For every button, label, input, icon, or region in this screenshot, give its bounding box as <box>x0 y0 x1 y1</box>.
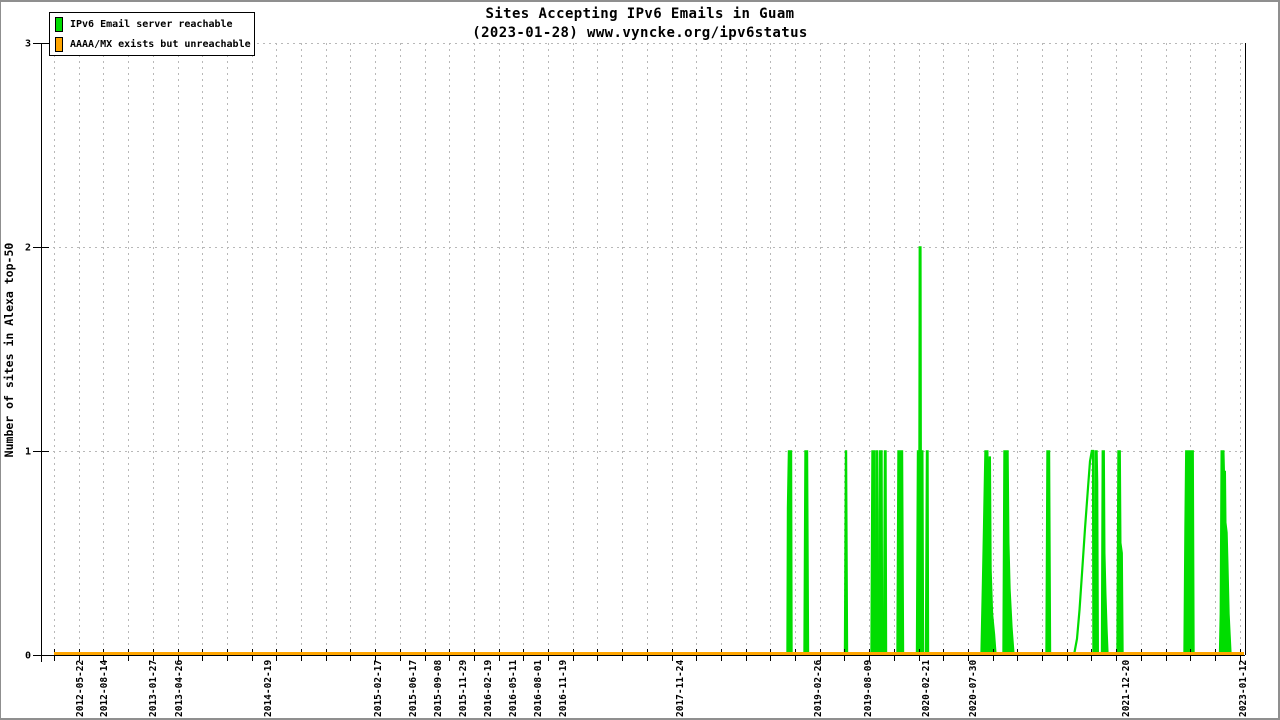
x-tick-label: 2012-05-22 <box>75 660 86 717</box>
legend-item-unreachable: AAAA/MX exists but unreachable <box>55 36 254 53</box>
ipv6-email-chart: 01232012-05-222012-08-142013-01-272013-0… <box>0 0 1280 720</box>
x-tick-label: 2019-02-26 <box>813 660 824 717</box>
plot-borders <box>33 43 1246 662</box>
y-axis-title: Number of sites in Alexa top-50 <box>2 200 20 500</box>
green-swatch-icon <box>55 17 63 32</box>
y-tick-label: 0 <box>25 651 31 662</box>
orange-swatch-icon <box>55 37 63 52</box>
y-tick-label: 2 <box>25 243 31 254</box>
x-tick-label: 2012-08-14 <box>99 660 110 717</box>
y-tick-label: 1 <box>25 447 31 458</box>
x-tick-label: 2019-08-09 <box>863 660 874 717</box>
grid-lines <box>41 43 1245 655</box>
x-tick-label: 2015-09-08 <box>433 660 444 717</box>
legend-label-unreachable: AAAA/MX exists but unreachable <box>70 39 251 50</box>
legend-item-reachable: IPv6 Email server reachable <box>55 16 254 33</box>
x-tick-label: 2016-02-19 <box>483 660 494 717</box>
x-tick-label: 2015-06-17 <box>408 660 419 717</box>
legend-label-reachable: IPv6 Email server reachable <box>70 19 233 30</box>
x-tick-label: 2014-02-19 <box>263 660 274 717</box>
x-tick-label: 2015-11-29 <box>458 660 469 717</box>
legend: IPv6 Email server reachable AAAA/MX exis… <box>49 12 255 56</box>
x-tick-label: 2016-05-11 <box>508 660 519 717</box>
x-tick-label: 2016-11-19 <box>558 660 569 717</box>
axis-ticks <box>33 44 1241 662</box>
x-tick-label: 2017-11-24 <box>675 660 686 717</box>
x-tick-label: 2013-04-26 <box>174 660 185 717</box>
y-axis-tick-labels: 0123 <box>25 39 31 662</box>
x-tick-label: 2021-12-20 <box>1121 660 1132 717</box>
x-axis-tick-labels: 2012-05-22 2012-08-14 2013-01-27 2013-04-26… <box>75 660 1249 717</box>
x-tick-label: 2013-01-27 <box>148 660 159 717</box>
x-tick-label: 2020-02-21 <box>921 660 932 717</box>
x-tick-label: 2016-08-01 <box>533 660 544 717</box>
x-tick-label: 2020-07-30 <box>968 660 979 717</box>
x-tick-label: 2023-01-12 <box>1238 660 1249 717</box>
x-tick-label: 2015-02-17 <box>373 660 384 717</box>
